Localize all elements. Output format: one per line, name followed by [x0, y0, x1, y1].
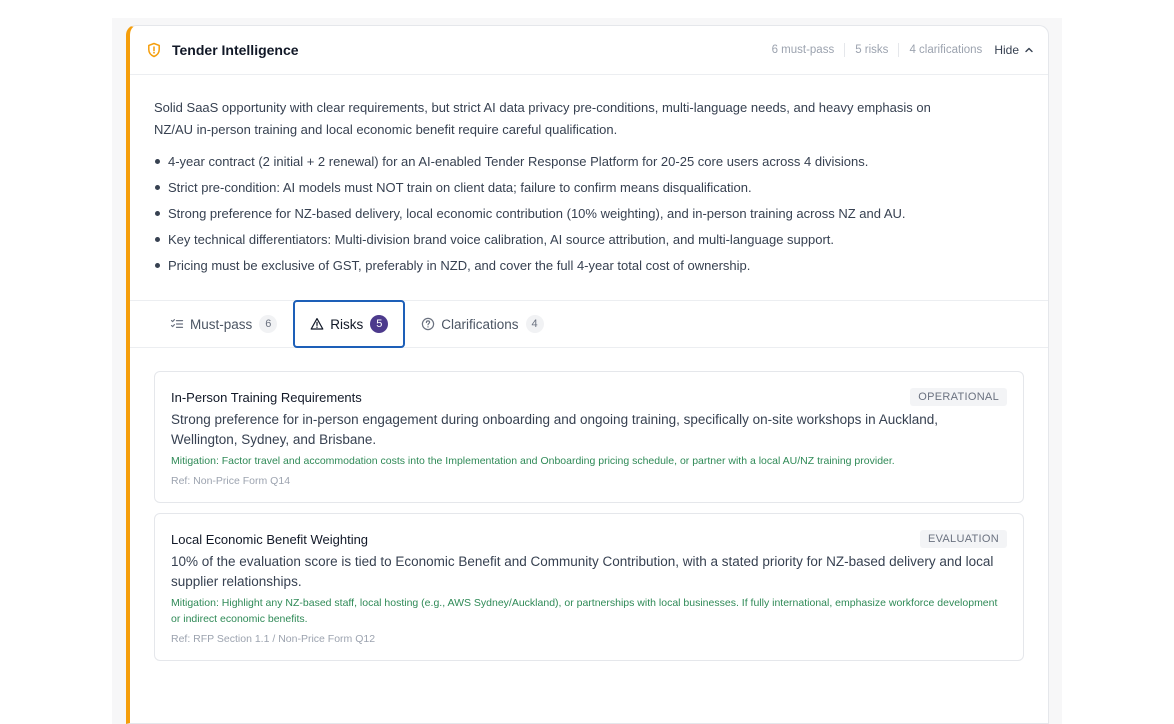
summary-bullet: 4-year contract (2 initial + 2 renewal) … — [154, 149, 1022, 175]
tab-label: Risks — [330, 316, 364, 332]
summary-section: Solid SaaS opportunity with clear requir… — [130, 75, 1048, 279]
question-icon — [421, 317, 435, 331]
risk-title: Local Economic Benefit Weighting — [171, 532, 369, 547]
risk-reference: Ref: RFP Section 1.1 / Non-Price Form Q1… — [171, 633, 376, 645]
summary-bullet: Key technical differentiators: Multi-div… — [154, 227, 1022, 253]
risks-count: 5 risks — [855, 44, 889, 56]
risk-card: Local Economic Benefit Weighting EVALUAT… — [154, 513, 1024, 661]
tab-bar: Must-pass 6 Risks 5 Clarifications 4 — [130, 300, 1048, 348]
risk-title: In-Person Training Requirements — [171, 390, 362, 405]
risk-mitigation: Mitigation: Highlight any NZ-based staff… — [171, 597, 998, 625]
risk-category-tag: EVALUATION — [919, 530, 1007, 548]
tab-count-badge: 5 — [370, 315, 389, 333]
tab-clarifications[interactable]: Clarifications 4 — [409, 301, 555, 347]
warning-icon — [310, 317, 324, 331]
panel-header: Tender Intelligence 6 must-pass 5 risks … — [130, 26, 1048, 75]
divider — [898, 43, 900, 57]
summary-text: Solid SaaS opportunity with clear requir… — [154, 100, 931, 137]
risk-card: In-Person Training Requirements OPERATIO… — [154, 371, 1024, 503]
tab-label: Must-pass — [190, 316, 253, 332]
tab-risks[interactable]: Risks 5 — [293, 300, 406, 348]
chevron-up-icon — [1025, 47, 1033, 53]
summary-bullet: Strict pre-condition: AI models must NOT… — [154, 175, 1022, 201]
clarifications-count: 4 clarifications — [909, 44, 983, 56]
summary-bullet: Pricing must be exclusive of GST, prefer… — [154, 253, 1022, 279]
panel-stats: 6 must-pass 5 risks 4 clarifications Hid… — [772, 43, 1034, 57]
risk-reference: Ref: Non-Price Form Q14 — [171, 475, 291, 487]
divider — [844, 43, 846, 57]
tab-label: Clarifications — [441, 316, 519, 332]
hide-label: Hide — [994, 43, 1019, 57]
tab-count-badge: 6 — [259, 315, 278, 333]
risk-mitigation: Mitigation: Factor travel and accommodat… — [171, 455, 895, 467]
tab-count-badge: 4 — [525, 315, 544, 333]
summary-bullets: 4-year contract (2 initial + 2 renewal) … — [154, 149, 1022, 279]
risk-description: 10% of the evaluation score is tied to E… — [171, 554, 994, 589]
risk-list: In-Person Training Requirements OPERATIO… — [154, 371, 1024, 671]
risk-category-tag: OPERATIONAL — [910, 388, 1007, 406]
checklist-icon — [170, 317, 184, 331]
summary-bullet: Strong preference for NZ-based delivery,… — [154, 201, 1022, 227]
tender-intelligence-panel: Tender Intelligence 6 must-pass 5 risks … — [126, 25, 1049, 724]
risk-description: Strong preference for in-person engageme… — [171, 412, 938, 447]
must-pass-count: 6 must-pass — [771, 44, 835, 56]
hide-button[interactable]: Hide — [994, 43, 1034, 57]
shield-alert-icon — [146, 42, 162, 58]
tab-must-pass[interactable]: Must-pass 6 — [158, 301, 289, 347]
panel-title: Tender Intelligence — [172, 42, 299, 58]
